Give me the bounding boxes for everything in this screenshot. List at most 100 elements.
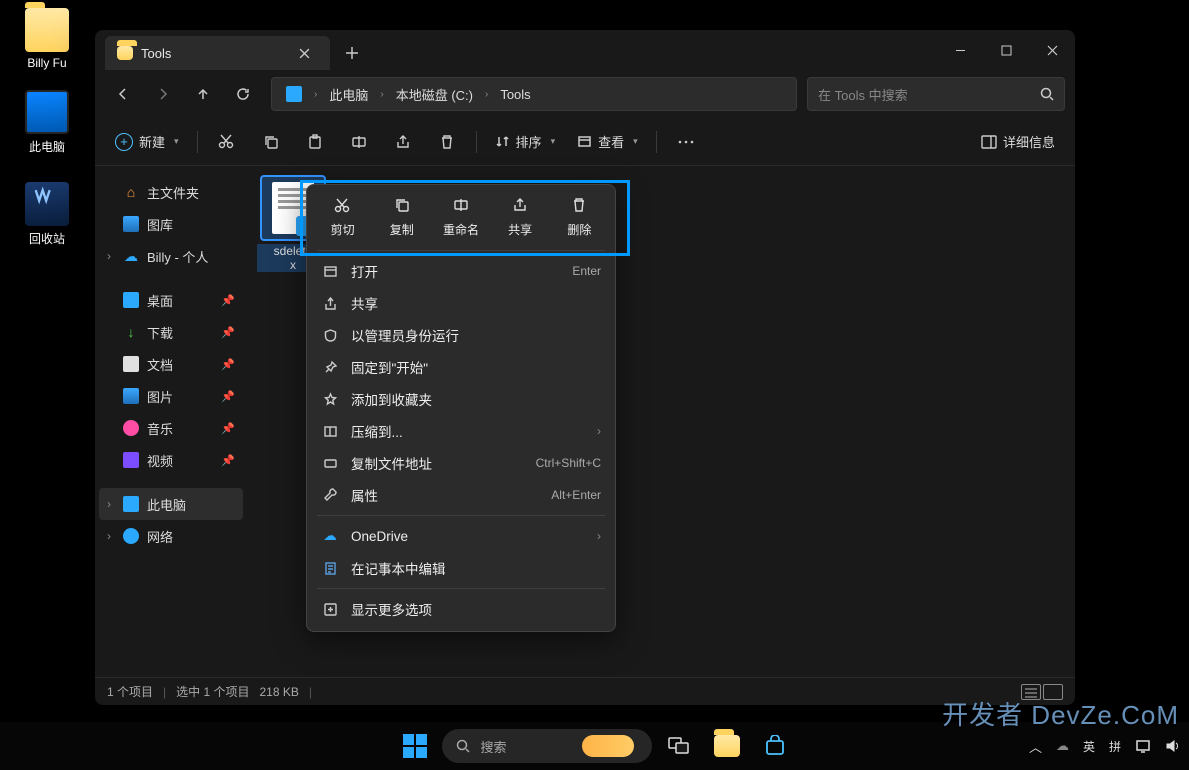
rename-button[interactable] [338,124,380,160]
sidebar-item-desktop[interactable]: 桌面📌 [99,284,243,316]
star-icon [321,392,339,407]
desktop-icon-this-pc[interactable]: 此电脑 [10,90,84,155]
sidebar-item-documents[interactable]: 文档📌 [99,348,243,380]
tray-ime-mode[interactable]: 拼 [1109,738,1121,755]
search-placeholder: 在 Tools 中搜索 [818,85,908,104]
start-button[interactable] [394,725,436,767]
sidebar-item-downloads[interactable]: ↓下载📌 [99,316,243,348]
maximize-button[interactable] [983,34,1029,66]
search-box[interactable]: 在 Tools 中搜索 [807,77,1065,111]
up-button[interactable] [185,76,221,112]
sidebar-item-gallery[interactable]: 图库 [99,208,243,240]
ctx-compress[interactable]: 压缩到...› [307,415,615,447]
search-icon [1040,87,1054,101]
tab-close-button[interactable] [290,39,318,67]
ctx-copy-path[interactable]: 复制文件地址Ctrl+Shift+C [307,447,615,479]
paste-button[interactable] [294,124,336,160]
titlebar: Tools [95,30,1075,70]
folder-icon [25,8,69,52]
recycle-bin-icon [25,182,69,226]
context-menu-quick-actions: 剪切 复制 重命名 共享 删除 [307,185,615,246]
ctx-favorite[interactable]: 添加到收藏夹 [307,383,615,415]
desktop-icon-user-folder[interactable]: Billy Fu [10,8,84,70]
monitor-icon [25,90,69,134]
tab-new-button[interactable] [338,39,366,67]
taskbar-store[interactable] [754,725,796,767]
refresh-button[interactable] [225,76,261,112]
trash-icon [569,195,589,215]
breadcrumb-item[interactable]: Tools [492,79,538,109]
ctx-copy-button[interactable]: 复制 [375,195,429,238]
delete-button[interactable] [426,124,468,160]
sort-button[interactable]: 排序 ▾ [485,124,566,160]
sidebar-item-home[interactable]: ⌂主文件夹 [99,176,243,208]
sidebar-item-onedrive-personal[interactable]: ☁Billy - 个人 [99,240,243,272]
breadcrumb-item[interactable]: 此电脑 [321,79,376,109]
more-button[interactable] [665,124,707,160]
share-icon [510,195,530,215]
cut-button[interactable] [206,124,248,160]
ctx-properties[interactable]: 属性Alt+Enter [307,479,615,511]
copy-icon [392,195,412,215]
ctx-run-as-admin[interactable]: 以管理员身份运行 [307,319,615,351]
taskbar-explorer[interactable] [706,725,748,767]
share-icon [321,296,339,311]
breadcrumb-item[interactable]: 本地磁盘 (C:) [388,79,481,109]
close-button[interactable] [1029,34,1075,66]
desktop-icon-recycle-bin[interactable]: 回收站 [10,176,84,247]
ctx-rename-button[interactable]: 重命名 [434,195,488,238]
context-menu: 剪切 复制 重命名 共享 删除 打开Enter 共享 以管理员身份运行 固定到"… [306,184,616,632]
rename-icon [451,195,471,215]
tray-ime-lang[interactable]: 英 [1083,738,1095,755]
ctx-onedrive[interactable]: ☁OneDrive› [307,520,615,552]
address-bar[interactable]: › 此电脑 › 本地磁盘 (C:) › Tools [271,77,797,111]
ctx-edit-notepad[interactable]: 在记事本中编辑 [307,552,615,584]
sidebar-item-music[interactable]: 音乐📌 [99,412,243,444]
tray-chevron-up-icon[interactable]: ︿ [1029,737,1042,756]
notepad-icon [321,561,339,576]
tab-tools[interactable]: Tools [105,36,330,70]
chevron-right-icon: › [380,89,383,100]
view-button[interactable]: 查看 ▾ [567,124,648,160]
copy-button[interactable] [250,124,292,160]
chevron-down-icon: ▾ [633,136,638,147]
sidebar-item-this-pc[interactable]: 此电脑 [99,488,243,520]
ctx-cut-button[interactable]: 剪切 [316,195,370,238]
ctx-pin-start[interactable]: 固定到"开始" [307,351,615,383]
music-icon [123,420,139,436]
back-button[interactable] [105,76,141,112]
breadcrumb-pc-icon[interactable] [278,79,310,109]
folder-icon [714,735,740,757]
new-button[interactable]: + 新建 ▾ [105,124,189,160]
ctx-open[interactable]: 打开Enter [307,255,615,287]
forward-button[interactable] [145,76,181,112]
sidebar-item-videos[interactable]: 视频📌 [99,444,243,476]
details-pane-button[interactable]: 详细信息 [971,124,1065,160]
ctx-show-more[interactable]: 显示更多选项 [307,593,615,625]
task-view-button[interactable] [658,725,700,767]
sidebar-item-network[interactable]: 网络 [99,520,243,552]
sidebar-item-pictures[interactable]: 图片📌 [99,380,243,412]
ctx-share[interactable]: 共享 [307,287,615,319]
share-button[interactable] [382,124,424,160]
tray-network-icon[interactable] [1135,739,1151,753]
zip-icon [321,424,339,439]
tab-title: Tools [141,46,171,61]
view-list-button[interactable] [1021,684,1041,700]
document-icon [123,356,139,372]
ctx-delete-button[interactable]: 删除 [552,195,606,238]
search-highlight-icon [582,735,634,757]
desktop-icon-label: Billy Fu [27,56,66,70]
view-grid-button[interactable] [1043,684,1063,700]
tray-volume-icon[interactable] [1165,739,1181,753]
wrench-icon [321,488,339,503]
plus-circle-icon: + [115,133,133,151]
taskbar-search[interactable]: 搜索 [442,729,652,763]
ctx-share-button[interactable]: 共享 [493,195,547,238]
network-icon [123,528,139,544]
desktop-icon [123,292,139,308]
shield-icon [321,328,339,343]
tray-onedrive-icon[interactable]: ☁ [1056,738,1069,754]
minimize-button[interactable] [937,34,983,66]
chevron-right-icon: › [597,529,601,543]
